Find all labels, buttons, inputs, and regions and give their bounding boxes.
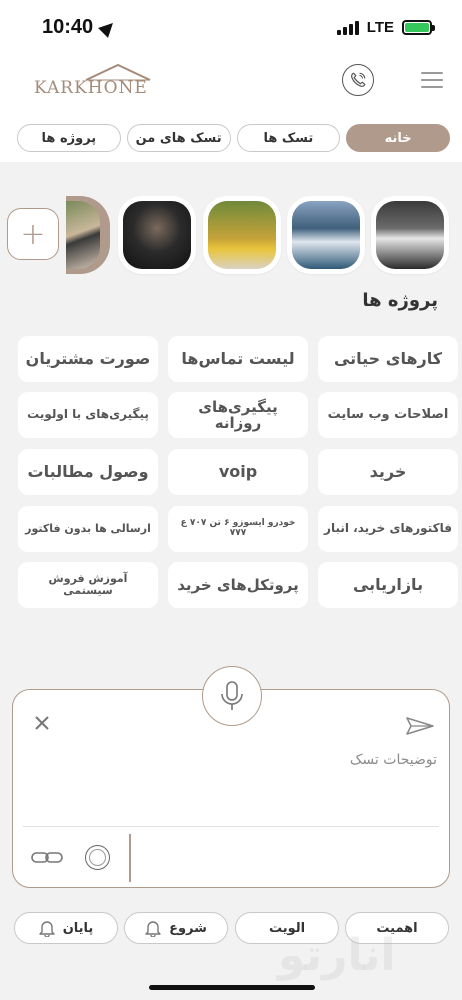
microphone-button[interactable] [202, 666, 262, 726]
phone-button[interactable] [342, 64, 374, 96]
task-composer: توضیحات تسک [12, 666, 450, 888]
text-cursor [129, 834, 131, 882]
tab-bar: خانه تسک ها تسک های من پروژه ها [0, 122, 462, 162]
hamburger-menu-icon[interactable] [421, 72, 443, 88]
bell-icon [38, 921, 55, 937]
project-chip[interactable]: لیست تماس‌ها [168, 336, 308, 382]
send-icon[interactable] [405, 716, 435, 736]
status-time: 10:40 [42, 16, 94, 38]
start-button[interactable]: شروع [124, 912, 228, 944]
status-indicators: LTE [336, 19, 435, 36]
signal-icon [336, 20, 359, 35]
add-story-button[interactable]: + [7, 208, 59, 260]
attachment-link-icon[interactable] [31, 848, 63, 866]
project-chip[interactable]: فاکتورهای خرید، انبار [318, 506, 458, 552]
project-chip[interactable]: پروتکل‌های خرید [168, 562, 308, 608]
task-description-input[interactable]: توضیحات تسک [350, 752, 437, 768]
composer-divider [23, 826, 439, 827]
project-chip[interactable]: وصول مطالبات [18, 449, 158, 495]
close-icon[interactable] [33, 714, 51, 732]
story-avatar[interactable] [118, 196, 196, 274]
project-chip[interactable]: بازاریابی [318, 562, 458, 608]
project-chip[interactable]: پیگیری‌های روزانه [168, 392, 308, 438]
project-chip[interactable]: voip [168, 449, 308, 495]
status-bar: 10:40 LTE [0, 0, 462, 55]
start-label: شروع [169, 920, 207, 936]
color-picker-icon[interactable] [85, 845, 110, 870]
story-avatar[interactable] [203, 196, 281, 274]
tab-projects[interactable]: پروژه ها [17, 124, 121, 152]
section-title: پروژه ها [362, 290, 438, 311]
project-chip[interactable]: اصلاحات وب سایت [318, 392, 458, 438]
tab-tasks[interactable]: تسک ها [236, 124, 341, 152]
microphone-icon [221, 681, 243, 710]
end-label: پایان [62, 920, 94, 936]
home-indicator [149, 985, 315, 990]
project-chip[interactable]: کارهای حیاتی [318, 336, 458, 382]
tab-my-tasks[interactable]: تسک های من [126, 124, 231, 152]
project-chip[interactable]: آموزش فروش سیستمی [18, 562, 158, 608]
story-avatar[interactable] [371, 196, 449, 274]
story-avatar[interactable] [66, 196, 110, 274]
tab-home[interactable]: خانه [346, 124, 450, 152]
network-label: LTE [366, 19, 394, 36]
logo-text: KARKHONE [34, 78, 148, 98]
location-arrow-icon [98, 17, 119, 38]
phone-icon [351, 72, 366, 87]
battery-icon [402, 20, 435, 35]
stories-row: + [0, 196, 462, 278]
app-header: KARKHONE [0, 55, 462, 122]
logo: KARKHONE [34, 63, 160, 99]
bell-icon [145, 921, 161, 937]
project-chip[interactable]: پیگیری‌های با اولویت [18, 392, 158, 438]
end-button[interactable]: پایان [14, 912, 118, 944]
project-chip[interactable]: خرید [318, 449, 458, 495]
project-chip[interactable]: صورت مشتریان [18, 336, 158, 382]
story-avatar[interactable] [287, 196, 365, 274]
project-chip[interactable]: خودرو ایسوزو ۶ تن ۷۰۷ ع ۷۷۷ [168, 506, 308, 552]
project-chip[interactable]: ارسالی ها بدون فاکتور [18, 506, 158, 552]
watermark: انارتو [278, 930, 396, 981]
